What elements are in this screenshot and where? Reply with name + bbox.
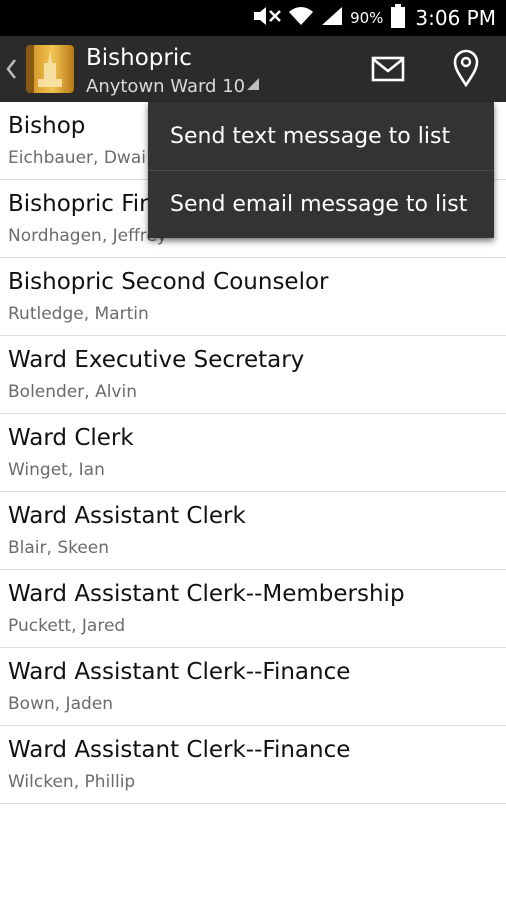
list-item[interactable]: Ward Clerk Winget, Ian xyxy=(0,414,506,492)
send-email-menu-item[interactable]: Send email message to list xyxy=(148,170,494,238)
member-name: Blair, Skeen xyxy=(8,538,110,558)
spinner-triangle-icon xyxy=(247,75,260,94)
map-pin-icon[interactable] xyxy=(448,48,484,88)
signal-icon xyxy=(320,5,344,31)
member-name: Nordhagen, Jeffrey xyxy=(8,226,167,246)
wifi-icon xyxy=(288,5,314,31)
list-item[interactable]: Ward Assistant Clerk--Membership Puckett… xyxy=(0,570,506,648)
list-item[interactable]: Ward Assistant Clerk Blair, Skeen xyxy=(0,492,506,570)
list-item[interactable]: Ward Assistant Clerk--Finance Bown, Jade… xyxy=(0,648,506,726)
send-text-menu-item[interactable]: Send text message to list xyxy=(148,102,494,170)
status-icons: 90% xyxy=(250,4,406,32)
mail-icon[interactable] xyxy=(368,52,408,86)
mute-icon xyxy=(250,5,282,31)
status-bar: 90% 3:06 PM xyxy=(0,0,506,36)
app-logo-icon[interactable] xyxy=(26,45,74,93)
list-item[interactable]: Ward Executive Secretary Bolender, Alvin xyxy=(0,336,506,414)
member-name: Eichbauer, Dwai xyxy=(8,148,146,168)
calling-title: Ward Clerk xyxy=(8,425,134,451)
battery-percent: 90% xyxy=(350,9,384,27)
calling-title: Ward Executive Secretary xyxy=(8,347,305,373)
member-name: Bolender, Alvin xyxy=(8,382,137,402)
calling-title: Bishopric Second Counselor xyxy=(8,269,329,295)
send-message-menu: Send text message to list Send email mes… xyxy=(148,102,494,238)
member-name: Puckett, Jared xyxy=(8,616,126,636)
battery-icon xyxy=(391,4,406,32)
action-bar: Bishopric Anytown Ward 10 xyxy=(0,36,506,102)
calling-title: Ward Assistant Clerk--Finance xyxy=(8,737,351,763)
ward-subtitle: Anytown Ward 10 xyxy=(86,76,246,97)
member-name: Wilcken, Phillip xyxy=(8,772,136,792)
list-item[interactable]: Bishopric Second Counselor Rutledge, Mar… xyxy=(0,258,506,336)
calling-title: Bishop xyxy=(8,113,86,139)
page-title: Bishopric xyxy=(86,45,192,71)
status-time: 3:06 PM xyxy=(415,6,496,30)
calling-title: Ward Assistant Clerk--Finance xyxy=(8,659,351,685)
ward-spinner[interactable]: Anytown Ward 10 xyxy=(86,75,260,97)
calling-title: Ward Assistant Clerk--Membership xyxy=(8,581,405,607)
calling-title: Ward Assistant Clerk xyxy=(8,503,246,529)
member-name: Rutledge, Martin xyxy=(8,304,149,324)
calling-title: Bishopric Fir xyxy=(8,191,149,217)
member-name: Bown, Jaden xyxy=(8,694,114,714)
member-name: Winget, Ian xyxy=(8,460,105,480)
list-item[interactable]: Ward Assistant Clerk--Finance Wilcken, P… xyxy=(0,726,506,804)
up-caret-icon[interactable] xyxy=(4,56,18,86)
